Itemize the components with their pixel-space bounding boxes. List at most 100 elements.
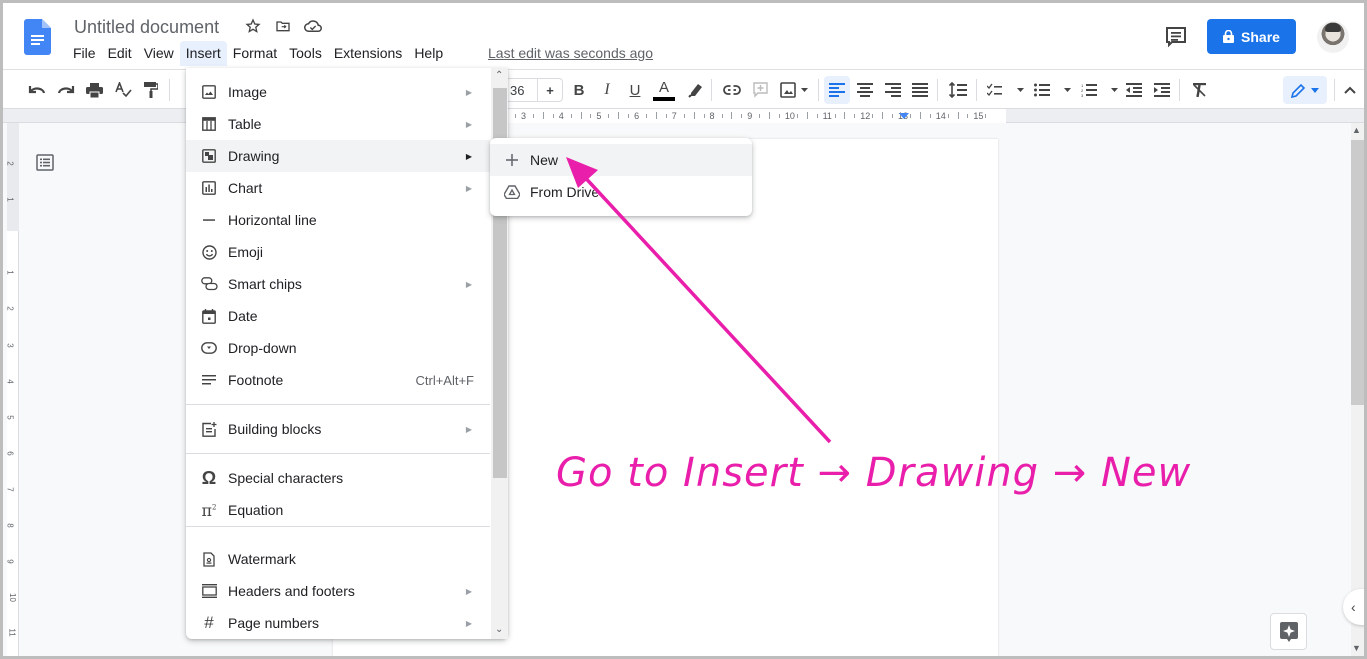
side-panel-toggle[interactable]: ‹ (1343, 589, 1364, 625)
menu-insert[interactable]: Insert (179, 41, 227, 66)
pi-icon: π2 (201, 500, 217, 520)
menu-item-watermark[interactable]: Watermark (186, 543, 490, 575)
menu-item-label: Building blocks (228, 421, 322, 437)
document-title[interactable]: Untitled document (74, 17, 219, 38)
cloud-saved-icon[interactable] (303, 16, 323, 36)
menu-format[interactable]: Format (227, 41, 283, 66)
editing-mode-dropdown[interactable] (1283, 76, 1327, 104)
menu-item-chart[interactable]: Chart ▶ (186, 172, 490, 204)
menu-scroll-down-icon[interactable]: ⌄ (495, 624, 503, 635)
font-size-value[interactable]: 36 (506, 79, 538, 101)
scroll-up-icon[interactable]: ▲ (1352, 125, 1361, 135)
font-size-field[interactable]: 36 + (505, 78, 563, 102)
menu-edit[interactable]: Edit (102, 41, 138, 66)
increase-indent-icon[interactable] (1152, 79, 1172, 101)
menu-item-horizontal-line[interactable]: Horizontal line (186, 204, 490, 236)
menu-item-page-numbers[interactable]: # Page numbers ▶ (186, 607, 490, 639)
menu-item-building-blocks[interactable]: Building blocks ▶ (186, 413, 490, 445)
menu-item-drop-down[interactable]: Drop-down (186, 332, 490, 364)
right-indent-marker[interactable] (899, 113, 909, 119)
submenu-item-label: New (530, 152, 559, 168)
italic-button[interactable]: I (597, 79, 617, 101)
last-edit-link[interactable]: Last edit was seconds ago (488, 45, 653, 61)
menu-item-label: Drop-down (228, 340, 297, 356)
line-spacing-icon[interactable] (947, 79, 969, 101)
submenu-item-from-drive[interactable]: From Drive (490, 176, 752, 208)
menu-item-image[interactable]: Image ▶ (186, 76, 490, 108)
menu-file[interactable]: File (67, 41, 102, 66)
paint-format-icon[interactable] (141, 79, 161, 101)
decrease-indent-icon[interactable] (1124, 79, 1144, 101)
menu-help[interactable]: Help (408, 41, 449, 66)
numbered-list-dropdown[interactable]: 123 (1080, 79, 1120, 101)
menu-item-headers-and-footers[interactable]: Headers and footers ▶ (186, 575, 490, 607)
link-icon[interactable] (721, 79, 743, 101)
submenu-arrow-icon: ▶ (465, 119, 472, 129)
vertical-ruler-number: 1 (5, 197, 15, 202)
undo-icon[interactable] (27, 79, 47, 101)
checklist-dropdown[interactable] (986, 79, 1026, 101)
ruler-tick (590, 114, 592, 118)
insert-menu: ⌃ ⌄ Image ▶ Table ▶ Drawing ▶ Chart ▶ Horizontal… (186, 68, 508, 639)
vertical-ruler[interactable]: 2 1 1 2 3 4 5 6 7 8 9 10 11 (5, 123, 19, 656)
submenu-item-label: From Drive (530, 184, 600, 200)
ruler-tick (552, 114, 554, 118)
ruler-tick (796, 114, 798, 118)
align-right-button[interactable] (883, 79, 903, 101)
clear-formatting-icon[interactable] (1189, 79, 1209, 101)
comment-history-icon[interactable] (1163, 25, 1189, 49)
menu-item-equation[interactable]: π2 Equation (186, 494, 490, 526)
submenu-item-new[interactable]: New (490, 144, 752, 176)
menu-extensions[interactable]: Extensions (328, 41, 408, 66)
docs-logo-icon[interactable] (24, 19, 51, 55)
user-avatar[interactable] (1317, 21, 1349, 53)
annotation-text: Go to Insert → Drawing → New (556, 450, 1192, 496)
font-size-increase-button[interactable]: + (538, 83, 562, 98)
move-folder-icon[interactable] (273, 16, 293, 36)
menu-item-emoji[interactable]: Emoji (186, 236, 490, 268)
chart-icon (200, 179, 218, 197)
align-left-button[interactable] (824, 76, 850, 104)
table-icon (200, 115, 218, 133)
menu-tools[interactable]: Tools (283, 41, 328, 66)
vertical-ruler-number: 4 (5, 379, 15, 384)
ruler-tick (854, 114, 856, 118)
menu-item-table[interactable]: Table ▶ (186, 108, 490, 140)
menu-item-footnote[interactable]: Footnote Ctrl+Alt+F (186, 364, 490, 396)
text-color-button[interactable]: A (653, 76, 675, 104)
spellcheck-icon[interactable] (113, 79, 133, 101)
align-center-button[interactable] (855, 79, 875, 101)
menu-item-drawing[interactable]: Drawing ▶ (186, 140, 490, 172)
menu-item-special-characters[interactable]: Ω Special characters (186, 462, 490, 494)
add-comment-icon[interactable] (750, 79, 770, 101)
justify-button[interactable] (910, 79, 930, 101)
collapse-menus-icon[interactable] (1340, 79, 1360, 101)
bulleted-list-dropdown[interactable] (1033, 79, 1073, 101)
menu-view[interactable]: View (138, 41, 180, 66)
menu-scroll-up-icon[interactable]: ⌃ (495, 70, 503, 81)
share-button[interactable]: Share (1207, 19, 1296, 54)
scrollbar-thumb[interactable] (1351, 140, 1364, 405)
ruler-tick (759, 114, 761, 118)
highlight-color-icon[interactable] (685, 79, 705, 101)
menu-item-label: Equation (228, 502, 284, 518)
menu-item-smart-chips[interactable]: Smart chips ▶ (186, 268, 490, 300)
document-outline-icon[interactable] (36, 154, 54, 171)
ruler-tick (703, 114, 705, 118)
bold-button[interactable]: B (569, 79, 589, 101)
submenu-arrow-icon: ▶ (465, 183, 472, 193)
menu-item-date[interactable]: Date (186, 300, 490, 332)
redo-icon[interactable] (56, 79, 76, 101)
ruler-tick (882, 112, 884, 119)
explore-button[interactable] (1270, 613, 1307, 650)
ruler-number: 12 (860, 111, 871, 121)
star-icon[interactable] (243, 16, 263, 36)
toolbar-separator (1334, 79, 1335, 101)
document-scrollbar[interactable]: ▲ ▼ (1351, 123, 1364, 656)
underline-button[interactable]: U (625, 79, 645, 101)
toolbar-separator (1179, 79, 1180, 101)
menu-item-label: Watermark (228, 551, 296, 567)
scroll-down-icon[interactable]: ▼ (1352, 643, 1361, 653)
insert-image-dropdown[interactable] (778, 79, 812, 101)
print-icon[interactable] (84, 79, 104, 101)
